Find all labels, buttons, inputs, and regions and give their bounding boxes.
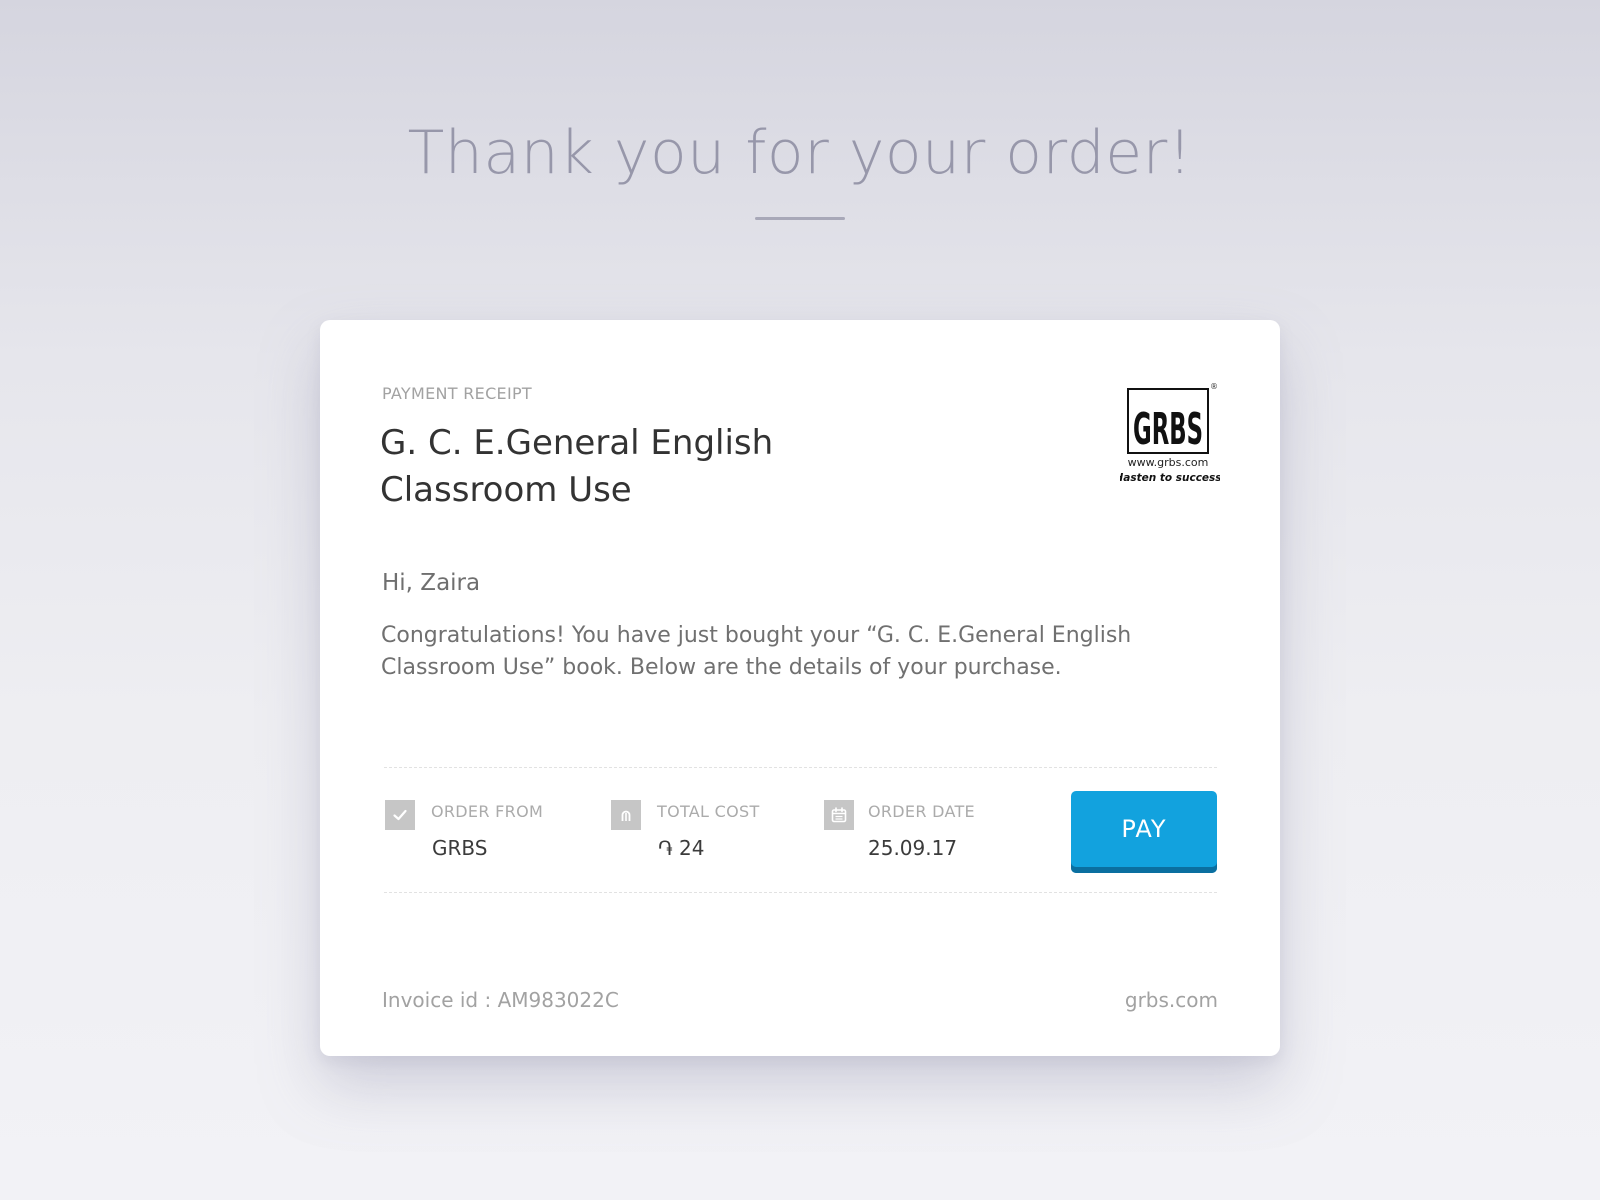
logo-wordmark: GRBS xyxy=(1133,404,1203,455)
logo-url: www.grbs.com xyxy=(1128,456,1209,469)
receipt-card: PAYMENT RECEIPT G. C. E.General English … xyxy=(320,320,1280,1056)
receipt-eyebrow: PAYMENT RECEIPT xyxy=(382,384,532,403)
total-cost-label: TOTAL COST xyxy=(657,802,760,821)
purchase-message: Congratulations! You have just bought yo… xyxy=(381,623,1132,680)
page-headline: Thank you for your order! xyxy=(407,118,1193,188)
site-link[interactable]: grbs.com xyxy=(1125,988,1218,1012)
details-top-divider xyxy=(384,767,1217,768)
product-title: G. C. E.General English Classroom Use xyxy=(380,423,774,510)
order-from-label: ORDER FROM xyxy=(431,802,544,821)
pay-button[interactable]: PAY xyxy=(1071,791,1217,873)
details-bottom-divider xyxy=(384,892,1217,893)
calendar-icon xyxy=(824,800,854,830)
order-from-value: GRBS xyxy=(432,836,488,860)
total-cost-value: ֏ 24 xyxy=(658,836,705,860)
invoice-id: Invoice id : AM983022C xyxy=(382,988,619,1012)
logo-registered-mark: ® xyxy=(1210,382,1218,391)
order-date-label: ORDER DATE xyxy=(868,802,975,821)
checkmark-icon xyxy=(385,800,415,830)
dram-currency-icon xyxy=(611,800,641,830)
logo-tagline: Hasten to success xyxy=(1120,472,1220,484)
headline-underline xyxy=(755,217,845,220)
order-date-value: 25.09.17 xyxy=(868,836,958,860)
grbs-logo: GRBS ® www.grbs.com Hasten to success xyxy=(1120,382,1220,484)
greeting: Hi, Zaira xyxy=(382,570,481,596)
